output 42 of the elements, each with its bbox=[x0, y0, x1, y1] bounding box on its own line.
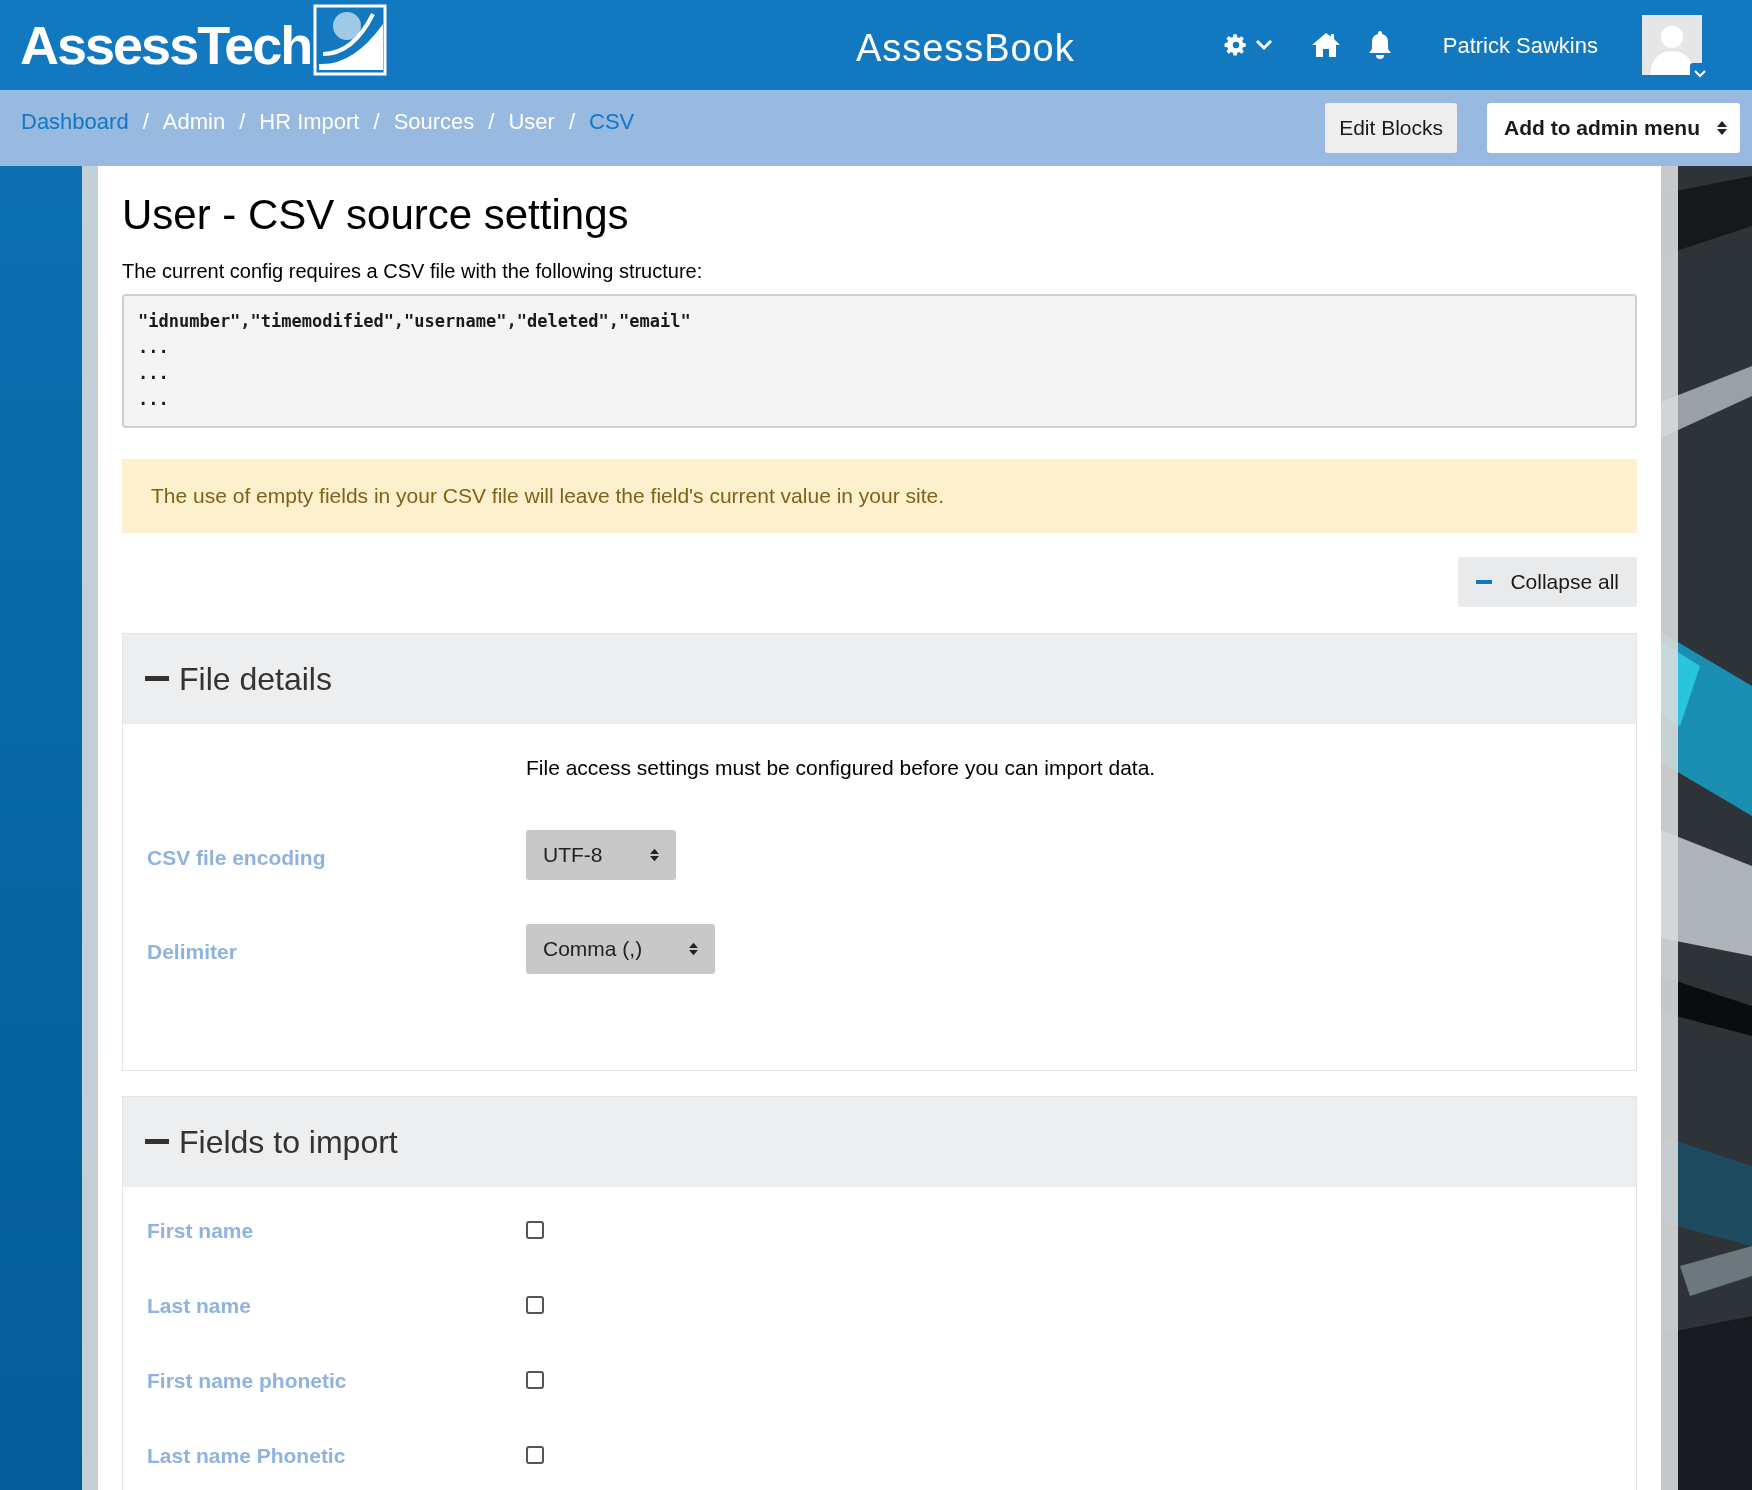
field-label: CSV file encoding bbox=[147, 844, 327, 871]
breadcrumb-separator: / bbox=[568, 108, 576, 136]
gear-icon bbox=[1222, 32, 1249, 58]
select-field[interactable]: Comma (,) bbox=[526, 923, 716, 974]
warning-alert: The use of empty fields in your CSV file will leave the field's current value in your site. bbox=[122, 459, 1637, 533]
breadcrumb-separator: / bbox=[142, 108, 149, 136]
csv-structure-code: "idnumber","timemodified","username","deleted","email" ... ... ... bbox=[122, 294, 1637, 428]
chevron-down-icon bbox=[1254, 39, 1273, 51]
field-label: First name phonetic bbox=[147, 1367, 348, 1394]
minus-icon bbox=[145, 1138, 169, 1145]
home-icon[interactable] bbox=[1310, 32, 1341, 58]
collapse-all-button[interactable]: Collapse all bbox=[1458, 557, 1637, 607]
logo-text: AssessTech bbox=[20, 18, 312, 72]
checkbox[interactable] bbox=[526, 1370, 544, 1389]
user-name[interactable]: Patrick Sawkins bbox=[1442, 28, 1598, 62]
breadcrumb-separator: / bbox=[239, 108, 246, 136]
breadcrumb-separator: / bbox=[488, 108, 495, 136]
checkbox[interactable] bbox=[526, 1220, 544, 1239]
settings-menu-button[interactable] bbox=[1222, 32, 1273, 58]
section-header[interactable]: Fields to import bbox=[123, 1096, 1636, 1187]
edit-blocks-button[interactable]: Edit Blocks bbox=[1325, 103, 1457, 153]
checkbox[interactable] bbox=[526, 1295, 544, 1314]
admin-menu-select[interactable]: Add to admin menu bbox=[1487, 103, 1740, 153]
info-text: File access settings must be configured before you can import data. bbox=[526, 755, 1157, 781]
section-header[interactable]: File details bbox=[123, 634, 1636, 724]
breadcrumb-separator: / bbox=[373, 108, 380, 136]
minus-icon bbox=[145, 676, 169, 682]
logo-globe-icon bbox=[313, 4, 388, 76]
sort-arrows-icon bbox=[1716, 119, 1728, 137]
sort-arrows-icon bbox=[648, 846, 660, 863]
select-field[interactable]: UTF-8 bbox=[526, 829, 676, 880]
page-title: User - CSV source settings bbox=[122, 190, 630, 240]
field-label: Delimiter bbox=[147, 938, 238, 965]
field-label: Last name bbox=[147, 1292, 252, 1319]
intro-text: The current config requires a CSV file with the following structure: bbox=[122, 259, 704, 284]
field-label: Last name Phonetic bbox=[147, 1442, 347, 1469]
field-label: First name bbox=[147, 1217, 255, 1244]
checkbox[interactable] bbox=[526, 1445, 544, 1464]
minus-icon bbox=[1476, 580, 1493, 584]
site-name: AssessBook bbox=[856, 26, 1075, 71]
sort-arrows-icon bbox=[688, 940, 700, 957]
notification-bell-icon[interactable] bbox=[1366, 30, 1393, 60]
